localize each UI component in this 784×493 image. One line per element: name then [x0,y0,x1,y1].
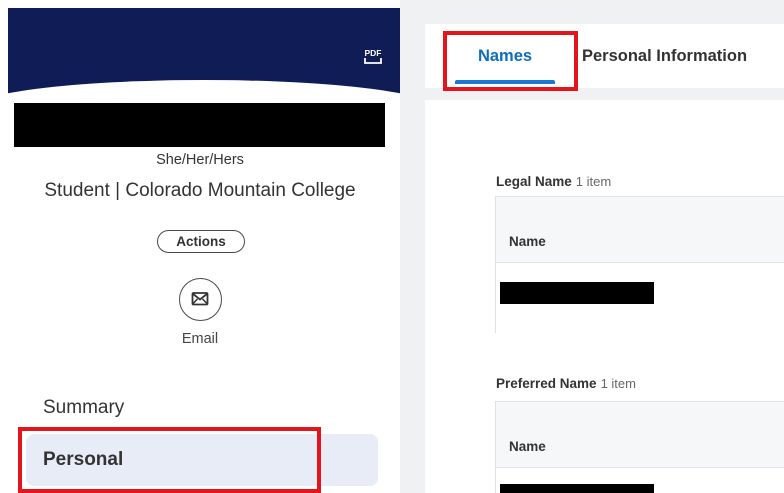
section-title-text: Legal Name [496,174,572,189]
mail-icon [191,292,209,306]
table-header: Name [496,402,784,468]
nav-item-summary[interactable]: Summary [26,388,378,428]
profile-banner: PDF [8,8,400,103]
column-header-name: Name [509,234,546,249]
section-title-text: Preferred Name [496,376,597,391]
pdf-icon-text: PDF [365,48,382,58]
redacted-name [14,103,385,147]
pdf-icon[interactable]: PDF [362,44,384,66]
redacted-value [500,282,654,304]
tab-names[interactable]: Names [455,40,555,84]
job-title: Student | Colorado Mountain College [44,180,356,201]
actions-button[interactable]: Actions [157,230,245,253]
section-title-legal-name: Legal Name 1 item [496,174,611,189]
section-count: 1 item [600,376,636,391]
legal-name-table: Name [495,196,784,333]
banner-curve [8,80,400,103]
section-title-preferred-name: Preferred Name 1 item [496,376,636,391]
table-row[interactable] [496,263,784,333]
table-header: Name [496,197,784,263]
tab-personal-information[interactable]: Personal Information [582,40,747,72]
section-count: 1 item [575,174,612,189]
app-root: PDF She/Her/Hers Student | Colorado Moun… [0,0,784,493]
redacted-value [500,484,654,493]
table-row[interactable] [496,468,784,493]
pronouns: She/Her/Hers [156,152,244,168]
email-label: Email [181,331,219,347]
column-header-name: Name [509,439,546,454]
preferred-name-table: Name [495,401,784,493]
profile-panel: PDF She/Her/Hers Student | Colorado Moun… [0,0,400,493]
nav-item-personal[interactable]: Personal [26,434,378,486]
tab-selected-indicator [455,80,555,84]
email-button[interactable] [179,278,222,321]
tab-names-label: Names [477,47,533,65]
